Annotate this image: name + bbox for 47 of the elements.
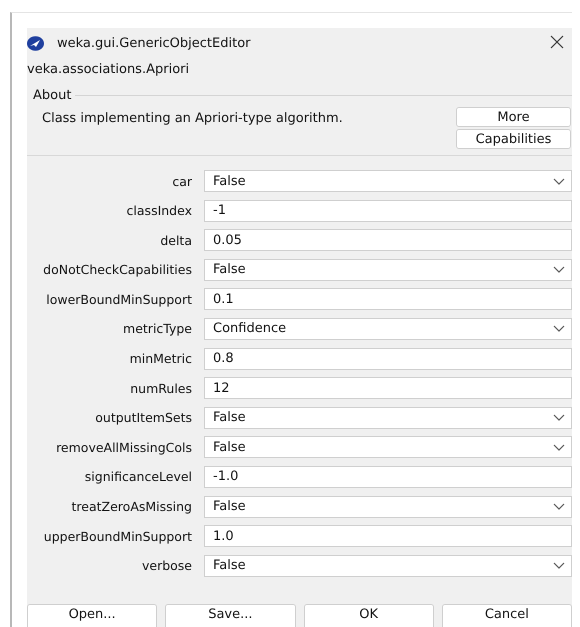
property-label: treatZeroAsMissing bbox=[70, 499, 192, 514]
dropdown[interactable]: Confidence bbox=[204, 318, 572, 340]
property-label: delta bbox=[159, 232, 192, 248]
caret-icon bbox=[553, 444, 565, 451]
about-button[interactable]: Capabilities bbox=[456, 129, 571, 149]
about-legend: About bbox=[33, 88, 72, 103]
object-class-name: veka.associations.Apriori bbox=[27, 62, 190, 79]
property-label: metricType bbox=[122, 321, 192, 336]
dialog-button[interactable]: OK bbox=[304, 604, 434, 627]
input-field[interactable]: 0.05 bbox=[204, 229, 572, 252]
bird-logo-icon bbox=[27, 36, 44, 50]
property-label: minMetric bbox=[128, 351, 192, 366]
description-text: Class implementing an Apriori-type algorithm. bbox=[42, 110, 343, 128]
dropdown[interactable]: False bbox=[204, 406, 572, 429]
caret-icon bbox=[553, 503, 565, 510]
input-field[interactable]: -1 bbox=[204, 200, 572, 222]
caret-icon bbox=[553, 414, 565, 422]
input-field[interactable]: 0.8 bbox=[204, 348, 572, 370]
property-label: significanceLevel bbox=[84, 469, 192, 484]
window-title: weka.gui.GenericObjectEditor bbox=[57, 36, 252, 50]
property-label: numRules bbox=[129, 380, 192, 396]
caret-icon bbox=[553, 325, 565, 332]
dialog-button[interactable]: Save... bbox=[165, 604, 296, 627]
dialog-button[interactable]: Open... bbox=[27, 604, 158, 627]
property-label: removeAllMissingCols bbox=[55, 440, 192, 455]
property-label: outputItemSets bbox=[94, 410, 192, 426]
caret-icon bbox=[553, 178, 565, 184]
dropdown[interactable]: False bbox=[204, 436, 572, 458]
dropdown[interactable]: False bbox=[204, 554, 572, 577]
input-field[interactable]: 1.0 bbox=[204, 525, 572, 548]
close-button[interactable] bbox=[550, 35, 566, 51]
property-label: lowerBoundMinSupport bbox=[45, 292, 192, 307]
property-label: upperBoundMinSupport bbox=[42, 528, 192, 544]
dropdown[interactable]: False bbox=[204, 170, 572, 192]
about-button[interactable]: More bbox=[456, 107, 571, 127]
input-field[interactable]: 12 bbox=[204, 377, 572, 400]
dropdown[interactable]: False bbox=[204, 258, 572, 281]
property-label: doNotCheckCapabilities bbox=[42, 262, 192, 278]
caret-icon bbox=[553, 562, 565, 570]
caret-icon bbox=[553, 266, 565, 274]
dialog-button[interactable]: Cancel bbox=[442, 604, 572, 627]
property-label: verbose bbox=[140, 558, 192, 574]
dropdown[interactable]: False bbox=[204, 496, 572, 518]
property-label: classIndex bbox=[126, 203, 192, 218]
input-field[interactable]: -1.0 bbox=[204, 466, 572, 488]
property-label: car bbox=[171, 174, 192, 188]
input-field[interactable]: 0.1 bbox=[204, 288, 572, 310]
